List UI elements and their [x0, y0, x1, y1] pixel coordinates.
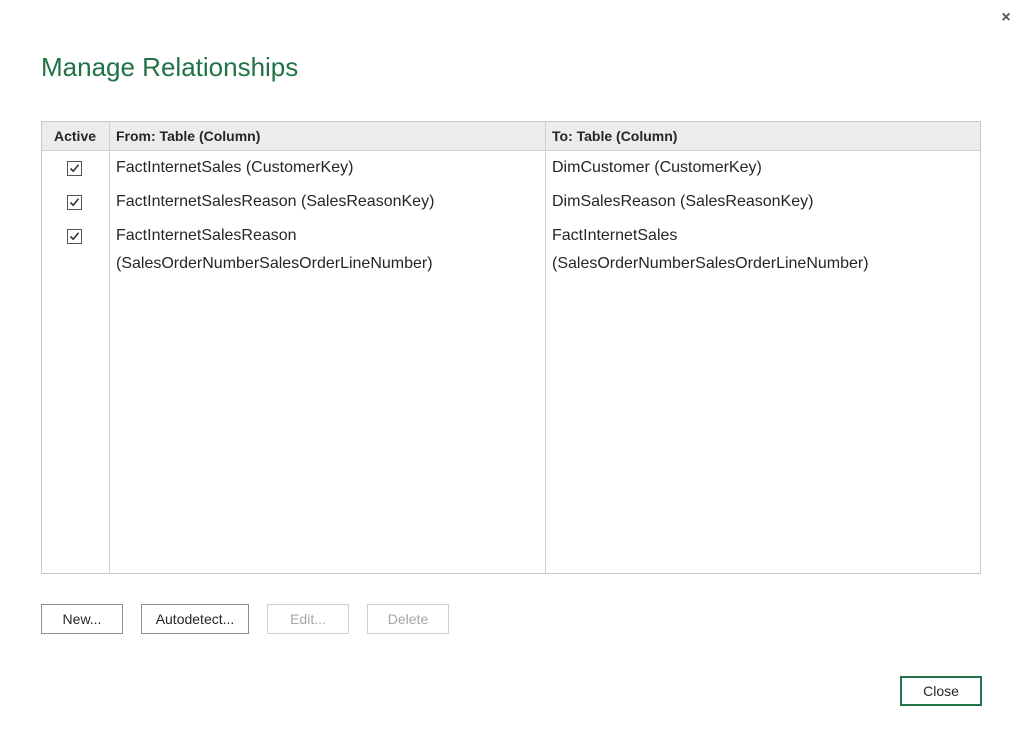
to-cell: FactInternetSales — [552, 227, 678, 244]
header-active: Active — [54, 128, 97, 144]
checkbox-checked-icon — [69, 164, 80, 173]
from-cell: FactInternetSalesReason (SalesReasonKey) — [116, 193, 435, 210]
active-checkbox[interactable] — [67, 161, 82, 176]
delete-button[interactable]: Delete — [367, 604, 449, 634]
to-cell: DimCustomer (CustomerKey) — [552, 159, 762, 176]
checkbox-checked-icon — [69, 232, 80, 241]
close-icon[interactable]: × — [996, 8, 1016, 28]
from-cell-line2: (SalesOrderNumberSalesOrderLineNumber) — [116, 255, 433, 272]
header-to: To: Table (Column) — [552, 128, 678, 144]
relationships-table: Active From: Table (Column) To: Table (C… — [41, 121, 981, 574]
active-checkbox[interactable] — [67, 195, 82, 210]
header-from: From: Table (Column) — [116, 128, 261, 144]
table-row[interactable]: FactInternetSalesReason (SalesReasonKey)… — [42, 188, 980, 216]
autodetect-button[interactable]: Autodetect... — [141, 604, 249, 634]
to-cell: DimSalesReason (SalesReasonKey) — [552, 193, 814, 210]
table-row[interactable]: FactInternetSales (CustomerKey) DimCusto… — [42, 154, 980, 182]
close-button[interactable]: Close — [900, 676, 982, 706]
table-row[interactable]: FactInternetSalesReason (SalesOrderNumbe… — [42, 222, 980, 278]
new-button[interactable]: New... — [41, 604, 123, 634]
from-cell: FactInternetSalesReason — [116, 227, 297, 244]
active-checkbox[interactable] — [67, 229, 82, 244]
to-cell-line2: (SalesOrderNumberSalesOrderLineNumber) — [552, 255, 869, 272]
from-cell: FactInternetSales (CustomerKey) — [116, 159, 354, 176]
dialog-title: Manage Relationships — [41, 52, 299, 82]
edit-button[interactable]: Edit... — [267, 604, 349, 634]
checkbox-checked-icon — [69, 198, 80, 207]
table-header: Active From: Table (Column) To: Table (C… — [42, 122, 980, 151]
